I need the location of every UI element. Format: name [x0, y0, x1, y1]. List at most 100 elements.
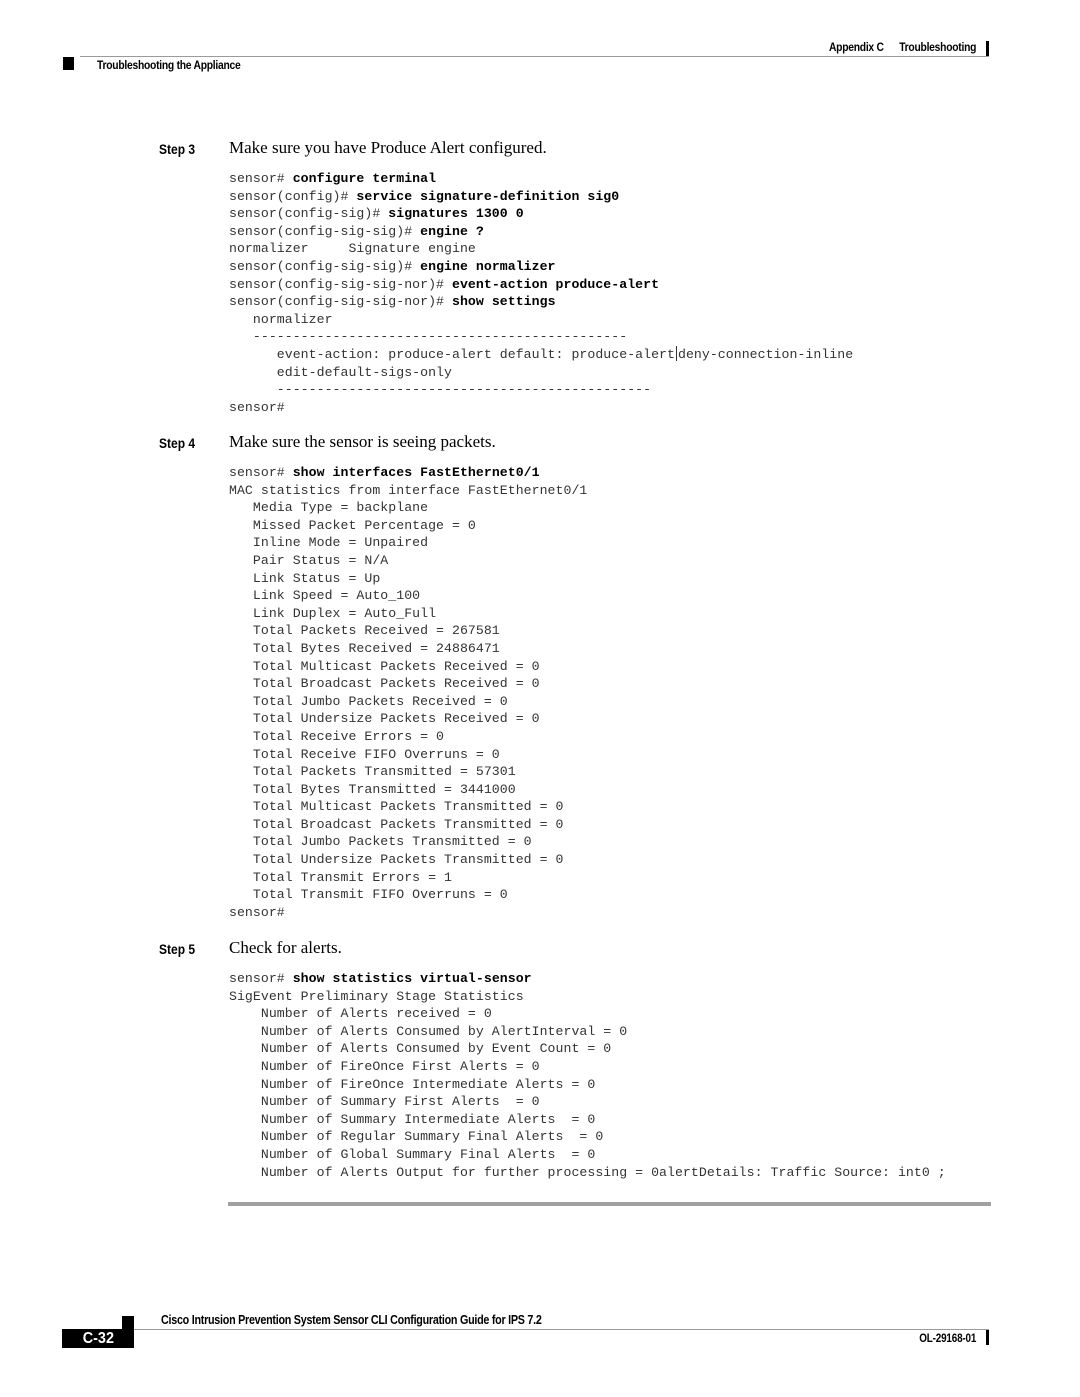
code-line: Total Receive FIFO Overruns = 0 [229, 746, 587, 764]
cli-output: Total Broadcast Packets Received = 0 [229, 676, 540, 692]
code-line: edit-default-sigs-only [229, 364, 853, 382]
cli-command: engine ? [420, 223, 484, 239]
code-line: normalizer [229, 311, 853, 329]
code-line: Total Multicast Packets Received = 0 [229, 658, 587, 676]
code-line: Media Type = backplane [229, 499, 587, 517]
cli-command: signatures 1300 0 [388, 206, 524, 222]
code-line: Number of Alerts Consumed by AlertInterv… [229, 1023, 946, 1041]
cli-output: Link Duplex = Auto_Full [229, 605, 437, 621]
cli-output: Total Undersize Packets Transmitted = 0 [229, 852, 564, 868]
cli-output: sensor# [229, 399, 285, 415]
code-line: Total Multicast Packets Transmitted = 0 [229, 798, 587, 816]
cli-prompt: sensor(config-sig-sig-nor)# [229, 294, 452, 310]
cli-output: Number of FireOnce Intermediate Alerts =… [229, 1076, 596, 1092]
cli-output: Media Type = backplane [229, 500, 429, 516]
procedure-end-rule [228, 1202, 991, 1206]
cli-output: Total Packets Received = 267581 [229, 623, 500, 639]
code-line: sensor# [229, 399, 853, 417]
code-block-step-5: sensor# show statistics virtual-sensor Si… [229, 970, 946, 1181]
code-line: sensor(config-sig)# signatures 1300 0 [229, 205, 853, 223]
cli-output: Total Jumbo Packets Received = 0 [229, 693, 508, 709]
cli-output: Number of Alerts Consumed by Event Count… [229, 1041, 612, 1057]
cli-prompt: sensor(config-sig)# [229, 206, 389, 222]
code-line: Number of Alerts Output for further proc… [229, 1164, 946, 1182]
code-line: Number of Global Summary Final Alerts = … [229, 1146, 946, 1164]
code-line: Link Duplex = Auto_Full [229, 605, 587, 623]
header-block-marker [63, 57, 74, 70]
cli-output: Total Packets Transmitted = 57301 [229, 764, 516, 780]
code-block-step-4: sensor# show interfaces FastEthernet0/1 M… [229, 464, 587, 921]
cli-output: Total Transmit FIFO Overruns = 0 [229, 887, 508, 903]
cli-output: Number of Regular Summary Final Alerts =… [229, 1129, 604, 1145]
code-line: Number of FireOnce First Alerts = 0 [229, 1058, 946, 1076]
page-number-text: C-32 [82, 1330, 114, 1347]
code-line: Number of Regular Summary Final Alerts =… [229, 1128, 946, 1146]
cli-command: show interfaces FastEthernet0/1 [292, 465, 540, 480]
cli-output: Total Receive FIFO Overruns = 0 [229, 746, 500, 762]
code-line: Number of Summary Intermediate Alerts = … [229, 1111, 946, 1129]
running-header: Appendix C Troubleshooting [829, 40, 976, 54]
cli-prompt: sensor# [229, 971, 293, 986]
cli-prompt: sensor# [229, 171, 293, 186]
code-line: Total Receive Errors = 0 [229, 728, 587, 746]
cli-output: edit-default-sigs-only [229, 364, 452, 380]
appendix-label: Appendix C [828, 40, 884, 54]
cli-output: sensor# [229, 904, 285, 920]
code-line: Number of Alerts received = 0 [229, 1005, 946, 1023]
footer-block-marker [122, 1316, 134, 1329]
cli-command: service signature-definition sig0 [356, 188, 620, 204]
code-line: Total Bytes Transmitted = 3441000 [229, 781, 587, 799]
guide-title: Cisco Intrusion Prevention System Sensor… [161, 1313, 542, 1327]
cli-command: configure terminal [292, 171, 437, 186]
cli-output: normalizer Signature engine [229, 241, 476, 257]
code-line: Link Speed = Auto_100 [229, 587, 587, 605]
cli-output: ----------------------------------------… [229, 382, 652, 398]
pipe-separator [675, 345, 677, 361]
code-line: sensor# show statistics virtual-sensor [229, 970, 946, 988]
header-bar-marker [986, 41, 989, 56]
code-line: sensor(config)# service signature-defini… [229, 188, 853, 206]
code-line: Inline Mode = Unpaired [229, 534, 587, 552]
code-line: Total Transmit FIFO Overruns = 0 [229, 886, 587, 904]
cli-output: SigEvent Preliminary Stage Statistics [229, 988, 524, 1004]
cli-output: normalizer [229, 311, 333, 327]
cli-output: Number of Alerts Output for further proc… [229, 1164, 946, 1180]
cli-command: event-action produce-alert [452, 276, 660, 292]
code-line: Total Transmit Errors = 1 [229, 869, 587, 887]
cli-prompt: sensor# [229, 465, 293, 480]
section-title: Troubleshooting the Appliance [97, 58, 241, 72]
code-line: Number of FireOnce Intermediate Alerts =… [229, 1076, 946, 1094]
code-line: Total Packets Received = 267581 [229, 622, 587, 640]
code-line: Total Broadcast Packets Received = 0 [229, 675, 587, 693]
code-line: sensor(config-sig-sig)# engine normalize… [229, 258, 853, 276]
cli-output: Pair Status = N/A [229, 552, 389, 568]
cli-output: MAC statistics from interface FastEthern… [229, 482, 588, 498]
step-title: Make sure the sensor is seeing packets. [229, 432, 496, 451]
cli-output: Number of Summary First Alerts = 0 [229, 1094, 540, 1110]
code-line: sensor(config-sig-sig-nor)# show setting… [229, 293, 853, 311]
cli-output: Link Speed = Auto_100 [229, 588, 421, 604]
cli-output: Total Bytes Transmitted = 3441000 [229, 781, 516, 797]
header-rule [80, 56, 989, 57]
code-line: sensor# show interfaces FastEthernet0/1 [229, 464, 587, 482]
doc-number: OL-29168-01 [919, 1333, 976, 1345]
code-line: Number of Alerts Consumed by Event Count… [229, 1040, 946, 1058]
code-line: Total Undersize Packets Transmitted = 0 [229, 851, 587, 869]
cli-prompt: sensor(config-sig-sig)# [229, 258, 421, 274]
code-block-step-3: sensor# configure terminal sensor(config)… [229, 170, 853, 416]
code-line: Total Undersize Packets Received = 0 [229, 710, 587, 728]
code-line: SigEvent Preliminary Stage Statistics [229, 988, 946, 1006]
cli-output: Total Broadcast Packets Transmitted = 0 [229, 816, 564, 832]
code-line: sensor# [229, 904, 587, 922]
code-line: sensor# configure terminal [229, 170, 853, 188]
step-label: Step 3 [159, 141, 196, 157]
cli-command: engine normalizer [420, 258, 556, 274]
cli-output: Total Jumbo Packets Transmitted = 0 [229, 834, 532, 850]
code-line: sensor(config-sig-sig-nor)# event-action… [229, 276, 853, 294]
cli-command: show statistics virtual-sensor [292, 971, 532, 986]
code-line: Total Broadcast Packets Transmitted = 0 [229, 816, 587, 834]
cli-prompt: sensor(config-sig-sig-nor)# [229, 276, 452, 292]
code-line: Total Jumbo Packets Received = 0 [229, 693, 587, 711]
cli-output: Total Transmit Errors = 1 [229, 869, 452, 885]
cli-prompt: sensor(config-sig-sig)# [229, 223, 421, 239]
